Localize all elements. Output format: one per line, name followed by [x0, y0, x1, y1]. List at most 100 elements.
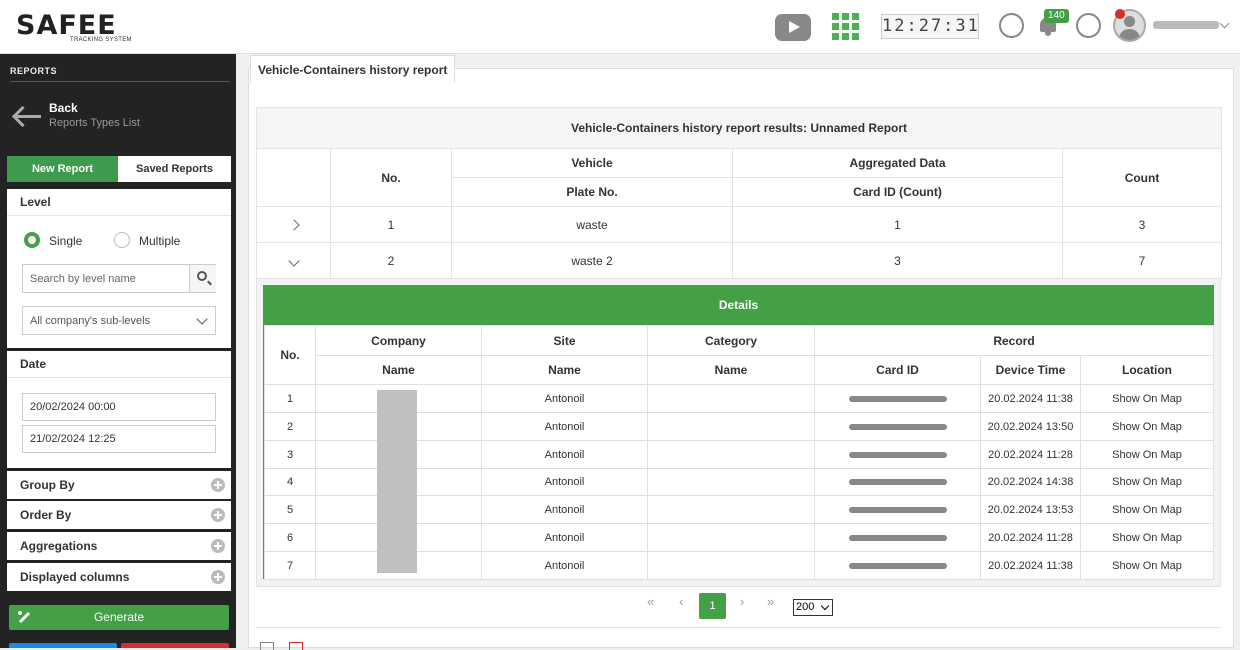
top-bar: SAFEE TRACKING SYSTEM 12:27:31 140 [0, 0, 1240, 54]
accordion-label: Order By [20, 508, 72, 522]
sidebar-title: REPORTS [10, 66, 58, 76]
clear-button[interactable] [121, 643, 229, 648]
accordion-label: Group By [20, 478, 75, 492]
pager-last[interactable]: » [767, 594, 774, 609]
cell-plate: waste [451, 206, 733, 243]
col-no: No. [330, 148, 452, 207]
level-search-input[interactable]: Search by level name [22, 264, 216, 293]
accordion-order-by[interactable]: Order By [7, 501, 231, 529]
cell-site: Antonoil [481, 495, 648, 524]
date-title: Date [7, 351, 231, 378]
radio-multiple-label[interactable]: Multiple [139, 234, 180, 248]
export-pdf-icon[interactable] [289, 642, 303, 650]
accordion-displayed-columns[interactable]: Displayed columns [7, 563, 231, 591]
pager-first[interactable]: « [647, 594, 654, 609]
username-redacted[interactable] [1153, 21, 1219, 29]
cell-time: 20.02.2024 11:28 [980, 523, 1081, 552]
show-on-map-link[interactable]: Show On Map [1079, 523, 1215, 552]
cell-count: 3 [1061, 206, 1223, 243]
cell-card-count-link[interactable]: 1 [732, 206, 1063, 243]
cell-card-id [814, 412, 981, 441]
back-link[interactable]: Back [49, 101, 78, 115]
redacted-card-id [848, 506, 947, 513]
cell-no: 2 [330, 242, 452, 279]
export-excel-icon[interactable] [260, 642, 274, 650]
col-site-name: Name [481, 355, 648, 385]
cell-category [647, 468, 815, 496]
expand-toggle[interactable] [256, 206, 331, 243]
sublevels-value: All company's sub-levels [30, 315, 151, 327]
pager-prev[interactable]: ‹ [679, 594, 683, 609]
tab-new-report[interactable]: New Report [7, 156, 118, 182]
cell-site: Antonoil [481, 412, 648, 441]
date-from-input[interactable]: 20/02/2024 00:00 [22, 393, 216, 421]
cell-category [647, 551, 815, 580]
accordion-group-by[interactable]: Group By [7, 471, 231, 499]
pager-next[interactable]: › [740, 594, 744, 609]
globe-icon[interactable] [1076, 13, 1101, 38]
show-on-map-link[interactable]: Show On Map [1079, 495, 1215, 524]
expand-toggle[interactable] [256, 242, 331, 279]
status-dot [1115, 9, 1125, 19]
divider [10, 81, 230, 82]
cell-category [647, 384, 815, 413]
accordion-label: Aggregations [20, 539, 98, 553]
cell-plate: waste 2 [451, 242, 733, 279]
table-row[interactable]: 2 waste 2 3 7 [256, 242, 1223, 279]
search-button[interactable] [189, 265, 216, 292]
col-aggregated: Aggregated Data [732, 148, 1063, 178]
redacted-card-id [848, 395, 947, 402]
tab-saved-reports[interactable]: Saved Reports [118, 156, 231, 182]
pager-page-current[interactable]: 1 [699, 593, 726, 619]
cell-site: Antonoil [481, 440, 648, 469]
cell-no: 1 [264, 384, 316, 413]
cell-no: 7 [264, 551, 316, 580]
search-icon [197, 271, 207, 281]
cell-card-id [814, 523, 981, 552]
level-search-placeholder: Search by level name [30, 273, 136, 285]
col-company: Company [315, 325, 482, 356]
cell-count: 7 [1061, 242, 1223, 279]
cell-time: 20.02.2024 11:28 [980, 440, 1081, 469]
show-on-map-link[interactable]: Show On Map [1079, 551, 1215, 580]
show-on-map-link[interactable]: Show On Map [1079, 468, 1215, 496]
redacted-card-id [848, 451, 947, 458]
radio-single[interactable] [24, 232, 40, 248]
col-record: Record [813, 325, 1215, 356]
report-tab[interactable]: Vehicle-Containers history report [250, 55, 456, 83]
cell-category [647, 523, 815, 552]
expand-col-header [256, 148, 331, 207]
date-to-input[interactable]: 21/02/2024 12:25 [22, 425, 216, 453]
show-on-map-link[interactable]: Show On Map [1079, 412, 1215, 441]
safee-logo[interactable]: SAFEE TRACKING SYSTEM [16, 10, 141, 46]
radio-multiple[interactable] [114, 232, 130, 248]
cell-category [647, 412, 815, 441]
show-on-map-link[interactable]: Show On Map [1079, 440, 1215, 469]
back-subtitle[interactable]: Reports Types List [49, 117, 140, 129]
chevron-right-icon [287, 218, 300, 231]
col-category-name: Name [647, 355, 815, 385]
sublevels-select[interactable]: All company's sub-levels [22, 306, 216, 335]
table-row[interactable]: 1 waste 1 3 [256, 206, 1223, 243]
clock-display: 12:27:31 [881, 14, 979, 39]
export-button[interactable] [9, 643, 117, 648]
cell-no: 4 [264, 468, 316, 496]
cell-time: 20.02.2024 13:53 [980, 495, 1081, 524]
youtube-icon[interactable] [775, 14, 811, 41]
apps-grid-icon[interactable] [832, 13, 859, 41]
support-icon[interactable] [999, 13, 1024, 38]
cell-site: Antonoil [481, 468, 648, 496]
cell-site: Antonoil [481, 551, 648, 580]
page-size-select[interactable]: 200 [793, 599, 833, 616]
col-plate: Plate No. [451, 177, 733, 207]
accordion-aggregations[interactable]: Aggregations [7, 532, 231, 560]
show-on-map-link[interactable]: Show On Map [1079, 384, 1215, 413]
col-device-time: Device Time [980, 355, 1081, 385]
back-arrow-icon[interactable] [12, 106, 42, 126]
cell-card-count-link[interactable]: 3 [732, 242, 1063, 279]
col-card-count: Card ID (Count) [732, 177, 1063, 207]
redacted-card-id [848, 534, 947, 541]
radio-single-label[interactable]: Single [49, 234, 82, 248]
chevron-down-icon[interactable] [1219, 18, 1230, 29]
generate-button[interactable]: Generate [9, 605, 229, 630]
